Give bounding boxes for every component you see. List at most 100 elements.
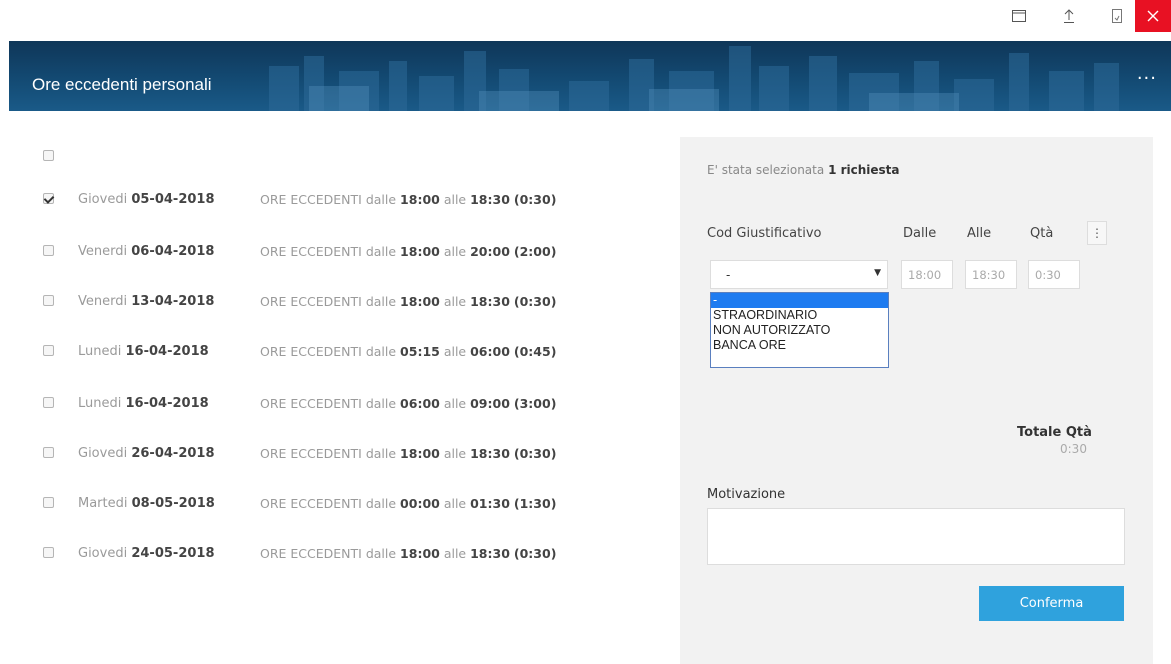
row-checkbox[interactable] (43, 193, 54, 204)
row-from: 18:00 (400, 244, 440, 259)
row-prefix: ORE ECCEDENTI dalle (260, 244, 397, 259)
row-from: 06:00 (400, 396, 440, 411)
row-date-value: 08-05-2018 (131, 496, 215, 511)
row-checkbox[interactable] (43, 547, 54, 558)
row-date: Giovedi 24-05-2018 (78, 546, 215, 561)
row-weekday: Lunedi (78, 396, 122, 411)
row-options-button[interactable]: ⋮ (1087, 221, 1107, 245)
close-icon[interactable] (1135, 0, 1171, 32)
reason-label: Motivazione (707, 487, 786, 502)
row-description: ORE ECCEDENTI dalle 18:00 alle 18:30 (0:… (260, 294, 556, 309)
row-weekday: Giovedi (78, 192, 128, 207)
row-duration: (0:45) (513, 344, 557, 359)
row-to: 18:30 (470, 192, 510, 207)
selection-prefix: E' stata selezionata (707, 163, 825, 177)
row-to: 01:30 (470, 496, 510, 511)
list-item[interactable]: Venerdi 13-04-2018 ORE ECCEDENTI dalle 18… (0, 292, 660, 312)
window-controls (951, 0, 1171, 40)
row-duration: (3:00) (513, 396, 557, 411)
col-code-header: Cod Giustificativo (707, 226, 822, 241)
row-description: ORE ECCEDENTI dalle 06:00 alle 09:00 (3:… (260, 396, 556, 411)
from-time-input[interactable]: 18:00 (901, 260, 953, 289)
row-date: Lunedi 16-04-2018 (78, 344, 209, 359)
justification-select[interactable]: - ▼ (710, 260, 888, 289)
row-from: 18:00 (400, 294, 440, 309)
row-weekday: Giovedi (78, 446, 128, 461)
row-checkbox[interactable] (43, 397, 54, 408)
restore-icon[interactable] (999, 0, 1039, 32)
confirm-button[interactable]: Conferma (979, 586, 1124, 621)
list-item[interactable]: Giovedi 05-04-2018 ORE ECCEDENTI dalle 18… (0, 190, 660, 210)
col-from-header: Dalle (903, 226, 937, 241)
row-from: 18:00 (400, 546, 440, 561)
list-item[interactable]: Lunedi 16-04-2018 ORE ECCEDENTI dalle 06:… (0, 394, 660, 414)
row-description: ORE ECCEDENTI dalle 18:00 alle 18:30 (0:… (260, 192, 556, 207)
option-none[interactable]: - (711, 293, 888, 308)
row-mid: alle (443, 294, 467, 309)
row-duration: (0:30) (513, 192, 557, 207)
row-description: ORE ECCEDENTI dalle 18:00 alle 18:30 (0:… (260, 546, 556, 561)
select-value: - (726, 268, 731, 282)
row-checkbox[interactable] (43, 345, 54, 356)
row-weekday: Venerdi (78, 244, 128, 259)
row-from: 05:15 (400, 344, 440, 359)
row-prefix: ORE ECCEDENTI dalle (260, 496, 397, 511)
row-checkbox[interactable] (43, 447, 54, 458)
qty-input[interactable]: 0:30 (1028, 260, 1080, 289)
option-non-autorizzato[interactable]: NON AUTORIZZATO (711, 323, 888, 338)
row-prefix: ORE ECCEDENTI dalle (260, 192, 397, 207)
row-mid: alle (443, 396, 467, 411)
row-date-value: 24-05-2018 (131, 546, 215, 561)
row-prefix: ORE ECCEDENTI dalle (260, 546, 397, 561)
row-checkbox[interactable] (43, 497, 54, 508)
row-mid: alle (443, 546, 467, 561)
option-straordinario[interactable]: STRAORDINARIO (711, 308, 888, 323)
list-item[interactable]: Martedi 08-05-2018 ORE ECCEDENTI dalle 00… (0, 494, 660, 514)
row-from: 18:00 (400, 192, 440, 207)
row-to: 18:30 (470, 446, 510, 461)
row-to: 06:00 (470, 344, 510, 359)
row-duration: (0:30) (513, 546, 557, 561)
row-date-value: 05-04-2018 (131, 192, 215, 207)
row-date-value: 16-04-2018 (125, 344, 209, 359)
row-prefix: ORE ECCEDENTI dalle (260, 446, 397, 461)
row-date: Martedi 08-05-2018 (78, 496, 215, 511)
row-description: ORE ECCEDENTI dalle 18:00 alle 18:30 (0:… (260, 446, 556, 461)
row-description: ORE ECCEDENTI dalle 00:00 alle 01:30 (1:… (260, 496, 556, 511)
row-date-value: 13-04-2018 (131, 294, 215, 309)
row-date: Venerdi 06-04-2018 (78, 244, 214, 259)
row-mid: alle (443, 244, 467, 259)
row-to: 18:30 (470, 546, 510, 561)
dropdown-arrow-icon: ▼ (874, 268, 881, 278)
more-menu-button[interactable]: ... (1137, 65, 1157, 83)
row-checkbox[interactable] (43, 295, 54, 306)
row-weekday: Giovedi (78, 546, 128, 561)
row-duration: (0:30) (513, 294, 557, 309)
list-item[interactable]: Venerdi 06-04-2018 ORE ECCEDENTI dalle 18… (0, 242, 660, 262)
row-checkbox[interactable] (43, 245, 54, 256)
list-item[interactable]: Lunedi 16-04-2018 ORE ECCEDENTI dalle 05:… (0, 342, 660, 362)
detail-panel: E' stata selezionata 1 richiesta Cod Giu… (680, 137, 1153, 664)
to-time-input[interactable]: 18:30 (965, 260, 1017, 289)
page-title: Ore eccedenti personali (32, 75, 212, 94)
row-date-value: 26-04-2018 (131, 446, 215, 461)
list-item[interactable]: Giovedi 26-04-2018 ORE ECCEDENTI dalle 18… (0, 444, 660, 464)
row-to: 18:30 (470, 294, 510, 309)
row-duration: (0:30) (513, 446, 557, 461)
row-from: 18:00 (400, 446, 440, 461)
list-item[interactable]: Giovedi 24-05-2018 ORE ECCEDENTI dalle 18… (0, 544, 660, 564)
pin-icon[interactable] (1097, 0, 1137, 32)
upload-icon[interactable] (1049, 0, 1089, 32)
row-prefix: ORE ECCEDENTI dalle (260, 294, 397, 309)
row-description: ORE ECCEDENTI dalle 18:00 alle 20:00 (2:… (260, 244, 556, 259)
total-qty-label: Totale Qtà (1017, 425, 1092, 440)
row-mid: alle (443, 446, 467, 461)
row-duration: (2:00) (513, 244, 557, 259)
row-date: Giovedi 05-04-2018 (78, 192, 215, 207)
row-mid: alle (443, 496, 467, 511)
option-banca-ore[interactable]: BANCA ORE (711, 338, 888, 353)
header-banner: Ore eccedenti personali ... (9, 41, 1171, 111)
select-all-checkbox[interactable] (43, 150, 54, 161)
reason-textarea[interactable] (707, 508, 1125, 565)
row-duration: (1:30) (513, 496, 557, 511)
